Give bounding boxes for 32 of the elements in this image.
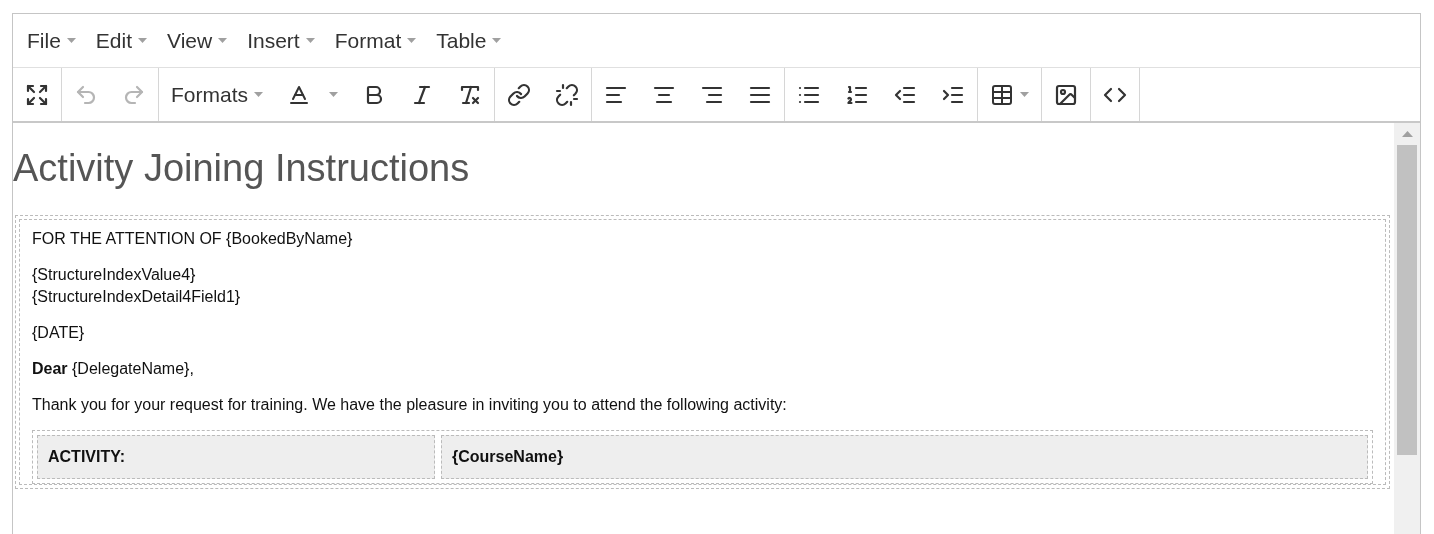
document-text: Thank you for your request for training. We have the pleasure in inviting you to attend the following activity: (32, 394, 788, 415)
caret-icon (66, 38, 76, 43)
document-text: Dear {DelegateName}, (32, 358, 195, 379)
caret-icon (305, 38, 315, 43)
table-cell: {CourseName} (441, 434, 1368, 479)
caret-icon (254, 92, 263, 97)
caret-icon (492, 38, 502, 43)
menu-item[interactable]: Insert (237, 24, 325, 57)
caret-icon (138, 38, 148, 43)
caret-icon (329, 92, 338, 97)
scroll-up-icon (1401, 131, 1413, 137)
caret-icon (1020, 92, 1029, 97)
fullscreen-icon (25, 82, 49, 107)
table-icon (990, 82, 1014, 107)
unlink-icon (555, 82, 579, 107)
caret-icon (218, 38, 228, 43)
link-icon (507, 82, 531, 107)
formats-dropdown[interactable]: Formats (159, 78, 275, 111)
document-text: {DATE} (32, 322, 86, 343)
image-icon (1054, 82, 1078, 107)
menu-item[interactable]: Edit (85, 24, 158, 57)
document-text: {StructureIndexDetail4Field1} (32, 286, 242, 307)
document-heading: Activity Joining Instructions (13, 146, 471, 191)
scrollbar[interactable] (1394, 123, 1420, 534)
document-text: {StructureIndexValue4} (32, 264, 197, 285)
menu-item[interactable]: View (157, 24, 238, 57)
table-cell: ACTIVITY: (37, 434, 435, 479)
menu-item[interactable]: Format (324, 24, 427, 57)
menu-item[interactable]: File (17, 24, 86, 57)
menu-item[interactable]: Table (426, 24, 512, 57)
document-text: FOR THE ATTENTION OF {BookedByName} (32, 228, 354, 249)
caret-icon (407, 38, 417, 43)
